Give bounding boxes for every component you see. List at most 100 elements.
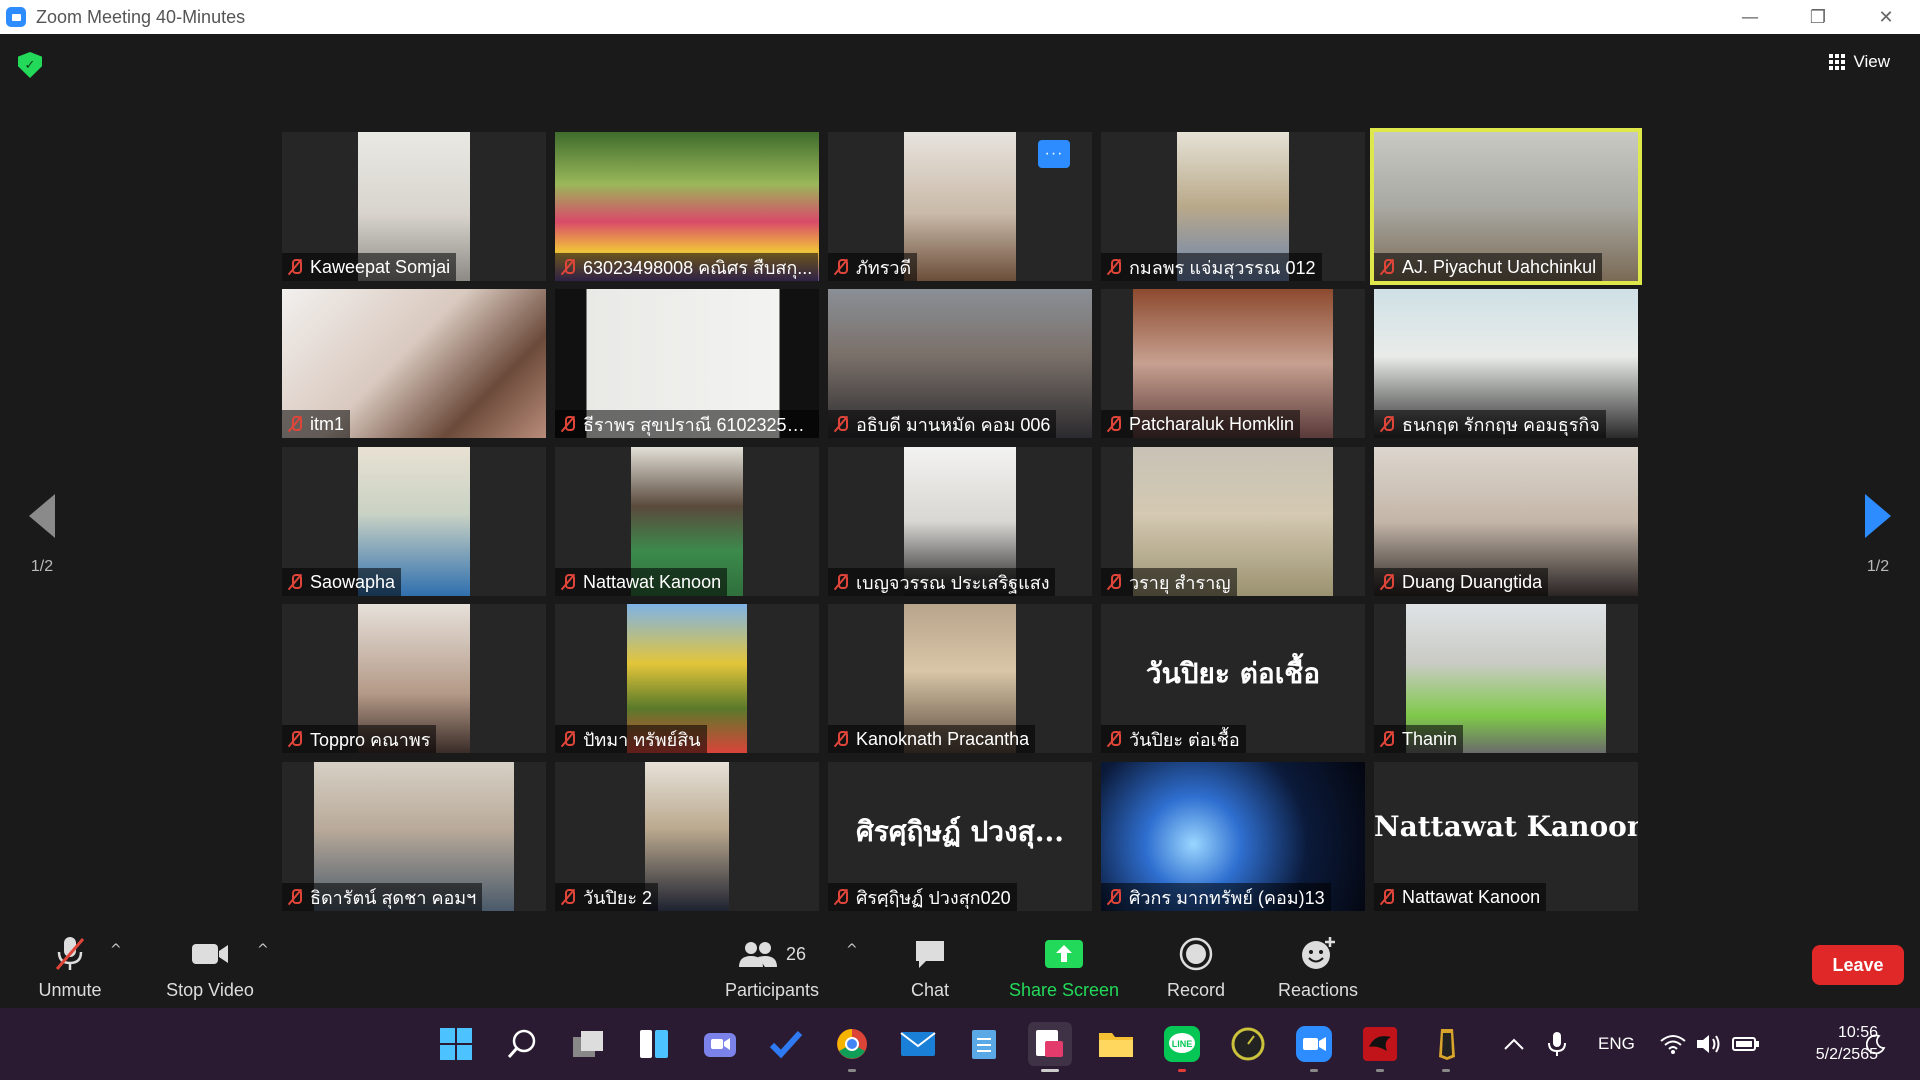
muted-mic-icon — [286, 888, 304, 906]
leave-button[interactable]: Leave — [1812, 945, 1904, 985]
search-button[interactable] — [500, 1022, 544, 1066]
participant-name-bar: ธิดารัตน์ สุดชา คอมฯ — [282, 883, 483, 911]
participant-name-bar: ปัทมา ทรัพย์สิน — [555, 725, 707, 753]
record-button[interactable]: Record — [1146, 930, 1246, 1001]
participant-tile[interactable]: Thanin — [1374, 604, 1638, 753]
todo-button[interactable] — [764, 1022, 808, 1066]
participant-name: 63023498008 คณิศร สืบสกุ... — [583, 257, 813, 278]
participant-tile[interactable]: วันปิยะ 2 — [555, 762, 819, 911]
close-button[interactable]: ✕ — [1852, 0, 1920, 34]
participant-tile[interactable]: อธิบดี มานหมัด คอม 006 — [828, 289, 1092, 438]
participant-tile[interactable]: Saowapha — [282, 447, 546, 596]
chrome-icon — [837, 1029, 867, 1059]
participant-tile[interactable]: ธนกฤต รักกฤษ คอมธุรกิจ — [1374, 289, 1638, 438]
muted-mic-icon — [832, 573, 850, 591]
participant-name: ธิดารัตน์ สุดชา คอมฯ — [310, 887, 477, 908]
security-shield-icon[interactable] — [18, 52, 42, 78]
participant-name-bar: Duang Duangtida — [1374, 568, 1549, 596]
participant-tile[interactable]: itm1 — [282, 289, 546, 438]
teams-chat-button[interactable] — [698, 1022, 742, 1066]
pen-app-button[interactable] — [1424, 1022, 1468, 1072]
muted-mic-icon — [286, 258, 304, 276]
participant-name-bar: ศิวกร มากทรัพย์ (คอม)13 — [1101, 883, 1331, 911]
red-app-button[interactable] — [1358, 1022, 1402, 1072]
participants-options-caret[interactable]: ^ — [846, 942, 858, 958]
chrome-button[interactable] — [830, 1022, 874, 1072]
chat-label: Chat — [910, 980, 950, 1000]
participant-tile[interactable]: เบญจวรรณ ประเสริฐแสง — [828, 447, 1092, 596]
participant-name-bar: วันปิยะ 2 — [555, 883, 659, 911]
notepad-button[interactable] — [962, 1022, 1006, 1066]
microphone-tray-icon[interactable] — [1546, 1008, 1568, 1080]
participants-button[interactable]: 26 Participants — [720, 930, 824, 1001]
reactions-label: Reactions — [1277, 980, 1359, 1000]
widgets-button[interactable] — [632, 1022, 676, 1066]
mail-button[interactable] — [896, 1022, 940, 1066]
participant-tile[interactable]: Duang Duangtida — [1374, 447, 1638, 596]
participant-tile[interactable]: Toppro คณาพร — [282, 604, 546, 753]
wifi-icon[interactable] — [1660, 1008, 1686, 1080]
search-icon — [507, 1029, 536, 1058]
participant-name: ศิรศฺฤิษฏ์ ปวงสุก020 — [856, 887, 1011, 908]
audio-options-caret[interactable]: ^ — [110, 942, 122, 958]
participant-tile[interactable]: วันปิยะ ต่อเชื้อ วันปิยะ ต่อเชื้อ — [1101, 604, 1365, 753]
participant-tile[interactable]: Kaweepat Somjai — [282, 132, 546, 281]
participant-name-bar: วันปิยะ ต่อเชื้อ — [1101, 725, 1246, 753]
unmute-button[interactable]: Unmute — [30, 930, 110, 1001]
restore-button[interactable]: ❐ — [1784, 0, 1852, 34]
participant-tile[interactable]: ศิรศฺฤิษฏ์ ปวงสุ... ศิรศฺฤิษฏ์ ปวงสุก020 — [828, 762, 1092, 911]
more-options-button[interactable]: ··· — [1038, 140, 1070, 168]
muted-mic-icon — [832, 730, 850, 748]
participant-tile[interactable]: AJ. Piyachut Uahchinkul — [1370, 128, 1642, 285]
muted-mic-icon — [1378, 730, 1396, 748]
participant-tile[interactable]: Nattawat Kanoon — [555, 447, 819, 596]
participant-name-bar: Nattawat Kanoon — [1374, 883, 1547, 911]
share-screen-button[interactable]: Share Screen — [1004, 930, 1124, 1001]
minimize-button[interactable]: — — [1716, 0, 1784, 34]
participant-tile[interactable]: ศิวกร มากทรัพย์ (คอม)13 — [1101, 762, 1365, 911]
video-options-caret[interactable]: ^ — [257, 942, 269, 958]
file-explorer-button[interactable] — [1094, 1022, 1138, 1066]
app-clock-button[interactable] — [1226, 1022, 1270, 1066]
zoom-taskbar-button[interactable] — [1292, 1022, 1336, 1072]
participant-tile[interactable]: Kanoknath Pracantha — [828, 604, 1092, 753]
volume-icon[interactable] — [1696, 1008, 1722, 1080]
line-app-button[interactable]: LINE — [1160, 1022, 1204, 1072]
chat-button[interactable]: Chat — [890, 930, 970, 1001]
battery-icon[interactable] — [1732, 1008, 1760, 1080]
participant-name: Toppro คณาพร — [310, 729, 431, 750]
participant-name: อธิบดี มานหมัด คอม 006 — [856, 414, 1051, 435]
participant-name-bar: ธนกฤต รักกฤษ คอมธุรกิจ — [1374, 410, 1606, 438]
muted-mic-icon — [1105, 888, 1123, 906]
muted-mic-icon — [832, 258, 850, 276]
participant-tile[interactable]: 63023498008 คณิศร สืบสกุ... — [555, 132, 819, 281]
stop-video-label: Stop Video — [166, 980, 254, 1000]
start-button[interactable] — [434, 1022, 478, 1066]
participant-name: Patcharaluk Homklin — [1129, 413, 1295, 434]
participant-name: Nattawat Kanoon — [583, 571, 722, 592]
participant-name: วันปิยะ 2 — [583, 887, 653, 908]
stop-video-button[interactable]: Stop Video — [160, 930, 260, 1001]
snipping-tool-button[interactable] — [1028, 1022, 1072, 1072]
next-page-button[interactable]: 1/2 — [1848, 494, 1908, 576]
zoom-icon — [1296, 1026, 1332, 1062]
participant-tile[interactable]: ภัทรวดี ··· — [828, 132, 1092, 281]
participant-tile[interactable]: วรายุ สำราญ — [1101, 447, 1365, 596]
windows-logo-icon — [440, 1028, 472, 1060]
participant-tile[interactable]: Patcharaluk Homklin — [1101, 289, 1365, 438]
participant-tile[interactable]: ธิดารัตน์ สุดชา คอมฯ — [282, 762, 546, 911]
view-button[interactable]: View — [1817, 46, 1902, 78]
zoom-app-icon — [6, 7, 26, 27]
previous-page-button[interactable]: 1/2 — [12, 494, 72, 576]
participant-tile[interactable]: กมลพร แจ่มสุวรรณ 012 — [1101, 132, 1365, 281]
task-view-button[interactable] — [566, 1022, 610, 1066]
meeting-controls: Unmute ^ Stop Video ^ 26 Participants ^ … — [0, 930, 1920, 1008]
input-language[interactable]: ENG — [1598, 1008, 1635, 1080]
participant-tile[interactable]: Nattawat Kanoon Nattawat Kanoon — [1374, 762, 1638, 911]
focus-moon-icon[interactable] — [1866, 1008, 1886, 1080]
muted-mic-icon — [286, 730, 304, 748]
tray-overflow-chevron-icon[interactable] — [1503, 1008, 1525, 1080]
participant-tile[interactable]: ปัทมา ทรัพย์สิน — [555, 604, 819, 753]
participant-tile[interactable]: ธีราพร สุขปราณี 610232570... — [555, 289, 819, 438]
reactions-button[interactable]: Reactions — [1268, 930, 1368, 1001]
